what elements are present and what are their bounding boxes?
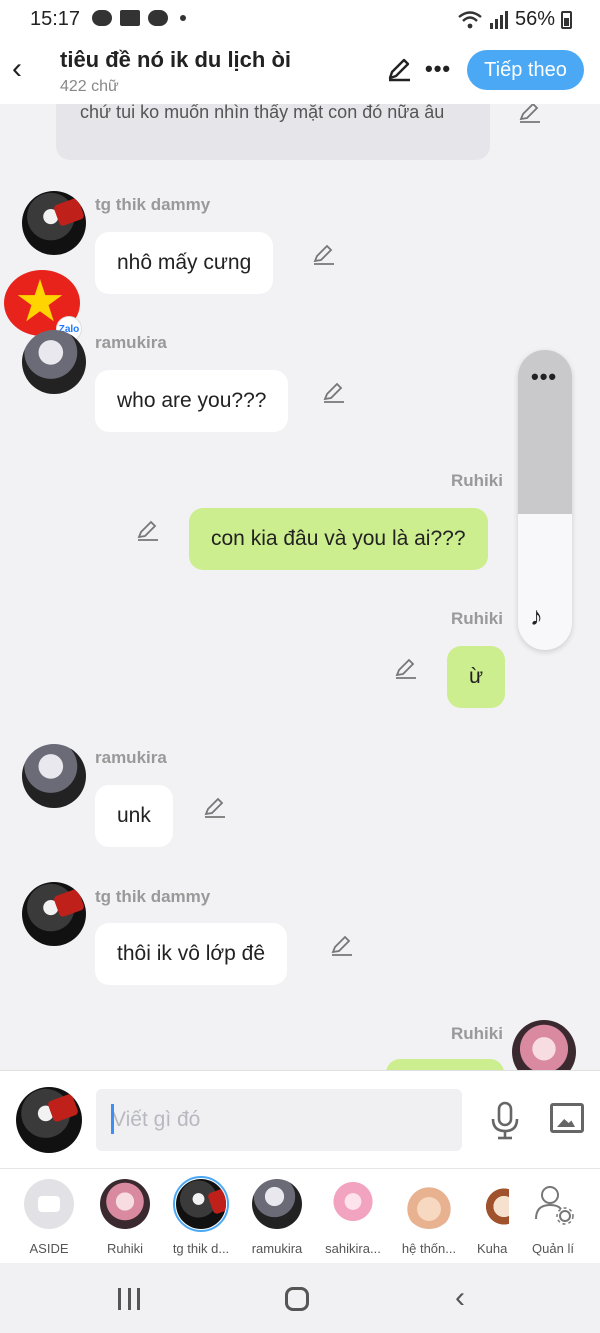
edit-message-icon[interactable] bbox=[322, 380, 346, 404]
battery-icon bbox=[561, 10, 572, 29]
current-character-avatar[interactable] bbox=[16, 1087, 82, 1153]
message-bubble[interactable]: nhô mấy cưng bbox=[95, 232, 274, 294]
message-input[interactable] bbox=[96, 1089, 462, 1151]
notification-icons bbox=[92, 10, 186, 26]
character-name: Quản lí bbox=[532, 1241, 574, 1256]
microphone-icon[interactable] bbox=[490, 1101, 520, 1141]
character-he-thong[interactable]: hệ thốn... bbox=[397, 1179, 461, 1256]
story-title[interactable]: tiêu đề nó ik du lịch òi bbox=[60, 47, 291, 73]
status-bar: 15:17 56% bbox=[0, 0, 600, 38]
image-icon[interactable] bbox=[550, 1103, 584, 1133]
sender-name: Ruhiki bbox=[451, 1024, 503, 1043]
avatar bbox=[100, 1179, 150, 1229]
sender-name: tg thik dammy bbox=[95, 887, 211, 906]
status-time: 15:17 bbox=[30, 8, 81, 30]
avatar[interactable] bbox=[22, 882, 86, 946]
signal-icon bbox=[489, 10, 508, 29]
next-button[interactable]: Tiếp theo bbox=[467, 50, 584, 90]
character-ruhiki[interactable]: Ruhiki bbox=[93, 1179, 157, 1256]
system-nav-bar: ‹ bbox=[0, 1263, 600, 1333]
avatar bbox=[173, 1176, 229, 1232]
user-settings-icon bbox=[528, 1179, 578, 1229]
sender-name: ramukira bbox=[95, 748, 167, 767]
character-name: Ruhiki bbox=[106, 1241, 144, 1256]
manage-characters-button[interactable]: Quản lí bbox=[521, 1179, 585, 1256]
word-count: 422 chữ bbox=[60, 78, 119, 95]
edit-message-icon[interactable] bbox=[394, 656, 418, 680]
message-bubble[interactable]: chứ tui ko muốn nhìn thấy mặt con đó nữa… bbox=[56, 104, 490, 160]
back-arrow-icon[interactable]: ‹ bbox=[12, 54, 36, 84]
character-name: ramukira bbox=[251, 1241, 303, 1256]
message-composer bbox=[0, 1070, 600, 1168]
message-bubble[interactable] bbox=[386, 1059, 504, 1070]
edit-message-icon[interactable] bbox=[312, 242, 336, 266]
character-name: hệ thốn... bbox=[401, 1241, 457, 1256]
avatar[interactable] bbox=[22, 744, 86, 808]
edit-message-icon[interactable] bbox=[203, 795, 227, 819]
character-name: sahikira... bbox=[325, 1241, 381, 1256]
avatar bbox=[404, 1179, 454, 1229]
image-notification-icon bbox=[120, 10, 140, 26]
more-horizontal-icon[interactable]: ••• bbox=[425, 56, 451, 82]
sender-name: Ruhiki bbox=[451, 609, 503, 628]
avatar[interactable] bbox=[22, 191, 86, 255]
edit-message-icon[interactable] bbox=[518, 104, 542, 124]
sender-name: ramukira bbox=[95, 333, 167, 352]
back-nav-icon[interactable]: ‹ bbox=[455, 1281, 465, 1315]
character-aside[interactable]: ASIDE bbox=[17, 1179, 81, 1256]
character-name: tg thik d... bbox=[172, 1241, 230, 1256]
chat-area[interactable]: chứ tui ko muốn nhìn thấy mặt con đó nữa… bbox=[0, 104, 600, 1070]
floating-music-widget[interactable]: ••• ♪ bbox=[518, 350, 572, 650]
character-selector: ASIDE Ruhiki tg thik d... ramukira sahik… bbox=[0, 1168, 600, 1263]
more-horizontal-icon[interactable]: ••• bbox=[531, 364, 557, 390]
avatar bbox=[252, 1179, 302, 1229]
status-right: 56% bbox=[457, 8, 572, 31]
character-ramukira[interactable]: ramukira bbox=[245, 1179, 309, 1256]
sender-name: tg thik dammy bbox=[95, 195, 211, 214]
message-bubble[interactable]: unk bbox=[95, 785, 173, 847]
character-tg-thik-dammy[interactable]: tg thik d... bbox=[169, 1176, 233, 1256]
character-name: Kuha bbox=[477, 1241, 508, 1256]
avatar bbox=[479, 1179, 509, 1229]
music-widget-panel bbox=[518, 514, 572, 650]
chat-notification-icon bbox=[92, 10, 112, 26]
message-bubble[interactable]: con kia đâu và you là ai??? bbox=[189, 508, 488, 570]
avatar[interactable] bbox=[22, 330, 86, 394]
battery-percent: 56% bbox=[514, 8, 555, 30]
message-bubble[interactable]: thôi ik vô lớp đê bbox=[95, 923, 288, 985]
edit-message-icon[interactable] bbox=[136, 518, 160, 542]
character-name: ASIDE bbox=[29, 1241, 69, 1256]
chat-notification-icon-2 bbox=[148, 10, 168, 26]
message-bubble[interactable]: who are you??? bbox=[95, 370, 289, 432]
sender-name: Ruhiki bbox=[451, 471, 503, 490]
character-sahikira[interactable]: sahikira... bbox=[321, 1179, 385, 1256]
more-notifications-dot-icon bbox=[180, 15, 186, 21]
character-kuha[interactable]: Kuha bbox=[473, 1179, 509, 1256]
editor-header: ‹ tiêu đề nó ik du lịch òi 422 chữ ••• T… bbox=[0, 38, 600, 104]
avatar[interactable] bbox=[512, 1020, 576, 1070]
home-icon[interactable] bbox=[285, 1287, 309, 1311]
music-note-icon[interactable]: ♪ bbox=[530, 601, 543, 632]
edit-message-icon[interactable] bbox=[330, 933, 354, 957]
wifi-icon bbox=[458, 10, 482, 28]
avatar bbox=[328, 1179, 378, 1229]
message-bubble[interactable]: ừ bbox=[447, 646, 506, 708]
aside-icon bbox=[24, 1179, 74, 1229]
text-cursor bbox=[111, 1104, 114, 1134]
pencil-icon[interactable] bbox=[386, 56, 412, 82]
recent-apps-icon[interactable] bbox=[118, 1288, 140, 1310]
